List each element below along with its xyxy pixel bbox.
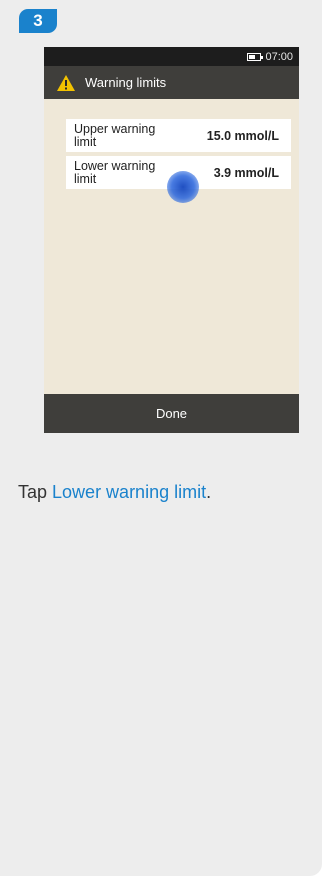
step-card: 3 07:00 Warning limits Upper warning lim… <box>0 0 322 876</box>
upper-warning-limit-value: 15.0 mmol/L <box>206 128 279 143</box>
tap-indicator-icon <box>167 171 199 203</box>
instruction-prefix: Tap <box>18 482 53 502</box>
upper-warning-limit-row[interactable]: Upper warning limit 15.0 mmol/L <box>66 119 291 152</box>
device-screen: 07:00 Warning limits Upper warning limit… <box>44 47 299 433</box>
lower-warning-limit-value: 3.9 mmol/L <box>213 165 279 180</box>
warning-icon <box>57 74 75 91</box>
title-bar: Warning limits <box>44 66 299 99</box>
status-time: 07:00 <box>265 50 293 63</box>
lower-warning-limit-label: Lower warning limit <box>74 158 156 186</box>
done-label: Done <box>155 406 188 421</box>
status-bar: 07:00 <box>44 47 299 66</box>
instruction-text: Tap Lower warning limit. <box>18 482 211 503</box>
done-button[interactable]: Done <box>44 394 299 433</box>
instruction-suffix: . <box>206 482 212 502</box>
battery-icon <box>247 52 264 61</box>
instruction-link[interactable]: Lower warning limit <box>52 482 206 502</box>
upper-warning-limit-label: Upper warning limit <box>74 121 156 149</box>
step-badge: 3 <box>19 9 57 33</box>
page-title: Warning limits <box>85 75 167 90</box>
